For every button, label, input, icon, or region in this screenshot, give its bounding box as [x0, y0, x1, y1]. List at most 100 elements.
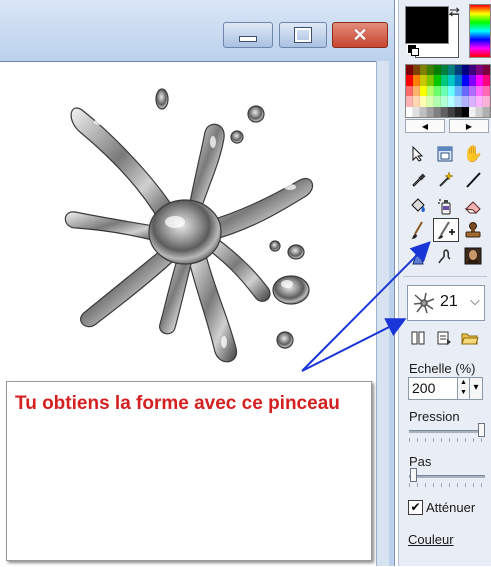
rainbow-color-picker[interactable] [469, 4, 491, 58]
pressure-slider-track[interactable] [409, 430, 485, 433]
color-swatch[interactable] [413, 65, 420, 76]
color-swatch[interactable] [420, 96, 427, 107]
color-swatch[interactable] [434, 96, 441, 107]
color-swatch[interactable] [441, 96, 448, 107]
select-tool[interactable] [407, 143, 429, 165]
color-swatch[interactable] [476, 65, 483, 76]
swatch-scroll-right-button[interactable]: ▶ [449, 119, 489, 133]
color-swatch[interactable] [413, 106, 420, 117]
step-slider-thumb[interactable] [410, 468, 418, 482]
magic-wand-tool[interactable] [434, 169, 456, 191]
primary-color-swatch[interactable] [405, 6, 449, 44]
brush-options-button[interactable] [407, 327, 429, 349]
smudge-tool[interactable] [434, 245, 456, 267]
color-swatch[interactable] [434, 85, 441, 97]
reset-colors-icon[interactable] [407, 44, 419, 56]
color-swatch[interactable] [434, 65, 441, 76]
color-swatch[interactable] [483, 96, 490, 107]
color-swatch[interactable] [462, 75, 469, 86]
color-swatch[interactable] [413, 85, 420, 97]
eyedropper-tool[interactable] [407, 169, 429, 191]
color-swatch[interactable] [427, 75, 434, 86]
color-swatch[interactable] [441, 75, 448, 86]
scale-input[interactable]: 200 [408, 377, 458, 400]
color-swatch[interactable] [455, 65, 462, 76]
color-swatch[interactable] [427, 96, 434, 107]
line-tool[interactable] [462, 169, 484, 191]
color-swatch[interactable] [476, 96, 483, 107]
color-swatch[interactable] [448, 65, 455, 76]
color-swatch[interactable] [413, 75, 420, 86]
color-swatch[interactable] [469, 75, 476, 86]
color-swatch[interactable] [448, 75, 455, 86]
color-swatch[interactable] [462, 106, 469, 117]
maximize-button[interactable] [279, 22, 327, 48]
paint-brush-tool[interactable] [407, 219, 429, 241]
color-swatch[interactable] [441, 85, 448, 97]
color-swatch[interactable] [420, 65, 427, 76]
color-swatch[interactable] [406, 65, 413, 76]
color-swatch[interactable] [448, 85, 455, 97]
color-swatch[interactable] [420, 75, 427, 86]
open-brush-folder-button[interactable] [459, 327, 481, 349]
color-link[interactable]: Couleur [408, 532, 454, 547]
color-swatch[interactable] [462, 96, 469, 107]
color-swatch[interactable] [476, 75, 483, 86]
swap-colors-icon[interactable]: ⇄ [449, 4, 460, 20]
color-swatch[interactable] [483, 65, 490, 76]
color-swatch[interactable] [434, 106, 441, 117]
flood-fill-tool[interactable] [407, 195, 429, 217]
sharpen-tool[interactable] [407, 245, 429, 267]
color-swatch[interactable] [469, 85, 476, 97]
picture-tube-tool[interactable] [433, 218, 459, 242]
airbrush-tool[interactable] [434, 195, 456, 217]
layer-palette-tool[interactable] [434, 143, 456, 165]
spin-down-icon[interactable]: ▼ [458, 388, 469, 398]
color-swatch[interactable] [406, 75, 413, 86]
attenuate-label[interactable]: Atténuer [426, 500, 475, 515]
color-swatch[interactable] [483, 85, 490, 97]
step-slider-track[interactable] [409, 475, 485, 478]
color-swatch[interactable] [476, 106, 483, 117]
close-button[interactable]: ✕ [332, 22, 388, 48]
color-swatch[interactable] [483, 75, 490, 86]
clone-stamp-tool[interactable] [462, 219, 484, 241]
swatch-scroll-left-button[interactable]: ◀ [405, 119, 445, 133]
color-swatch[interactable] [469, 96, 476, 107]
color-swatch[interactable] [413, 96, 420, 107]
color-swatch[interactable] [455, 96, 462, 107]
photo-tool[interactable] [462, 245, 484, 267]
color-swatch[interactable] [455, 106, 462, 117]
color-swatch[interactable] [427, 85, 434, 97]
color-swatch[interactable] [441, 65, 448, 76]
color-swatch[interactable] [462, 85, 469, 97]
attenuate-checkbox[interactable]: ✔ [408, 500, 423, 515]
color-swatch[interactable] [406, 106, 413, 117]
color-swatch[interactable] [448, 96, 455, 107]
color-swatch[interactable] [455, 85, 462, 97]
color-swatch[interactable] [448, 106, 455, 117]
color-swatch[interactable] [455, 75, 462, 86]
color-swatch[interactable] [434, 75, 441, 86]
color-swatch[interactable] [441, 106, 448, 117]
window-titlebar[interactable]: ✕ [0, 0, 394, 60]
color-swatch[interactable] [420, 85, 427, 97]
color-swatch[interactable] [469, 106, 476, 117]
color-swatch-grid[interactable] [405, 64, 491, 118]
eraser-tool[interactable] [462, 195, 484, 217]
export-brush-button[interactable] [433, 327, 455, 349]
pressure-slider-thumb[interactable] [477, 423, 485, 437]
color-swatch[interactable] [469, 65, 476, 76]
color-swatch[interactable] [462, 65, 469, 76]
color-swatch[interactable] [406, 85, 413, 97]
brush-preset-dropdown[interactable]: 21 ⌵ [407, 285, 485, 321]
scale-dropdown-button[interactable]: ▾ [469, 377, 483, 400]
color-swatch[interactable] [476, 85, 483, 97]
pan-tool[interactable]: ✋ [462, 143, 484, 165]
spin-up-icon[interactable]: ▲ [458, 378, 469, 388]
color-swatch[interactable] [483, 106, 490, 117]
color-swatch[interactable] [427, 65, 434, 76]
color-swatch[interactable] [420, 106, 427, 117]
color-swatch[interactable] [427, 106, 434, 117]
color-swatch[interactable] [406, 96, 413, 107]
